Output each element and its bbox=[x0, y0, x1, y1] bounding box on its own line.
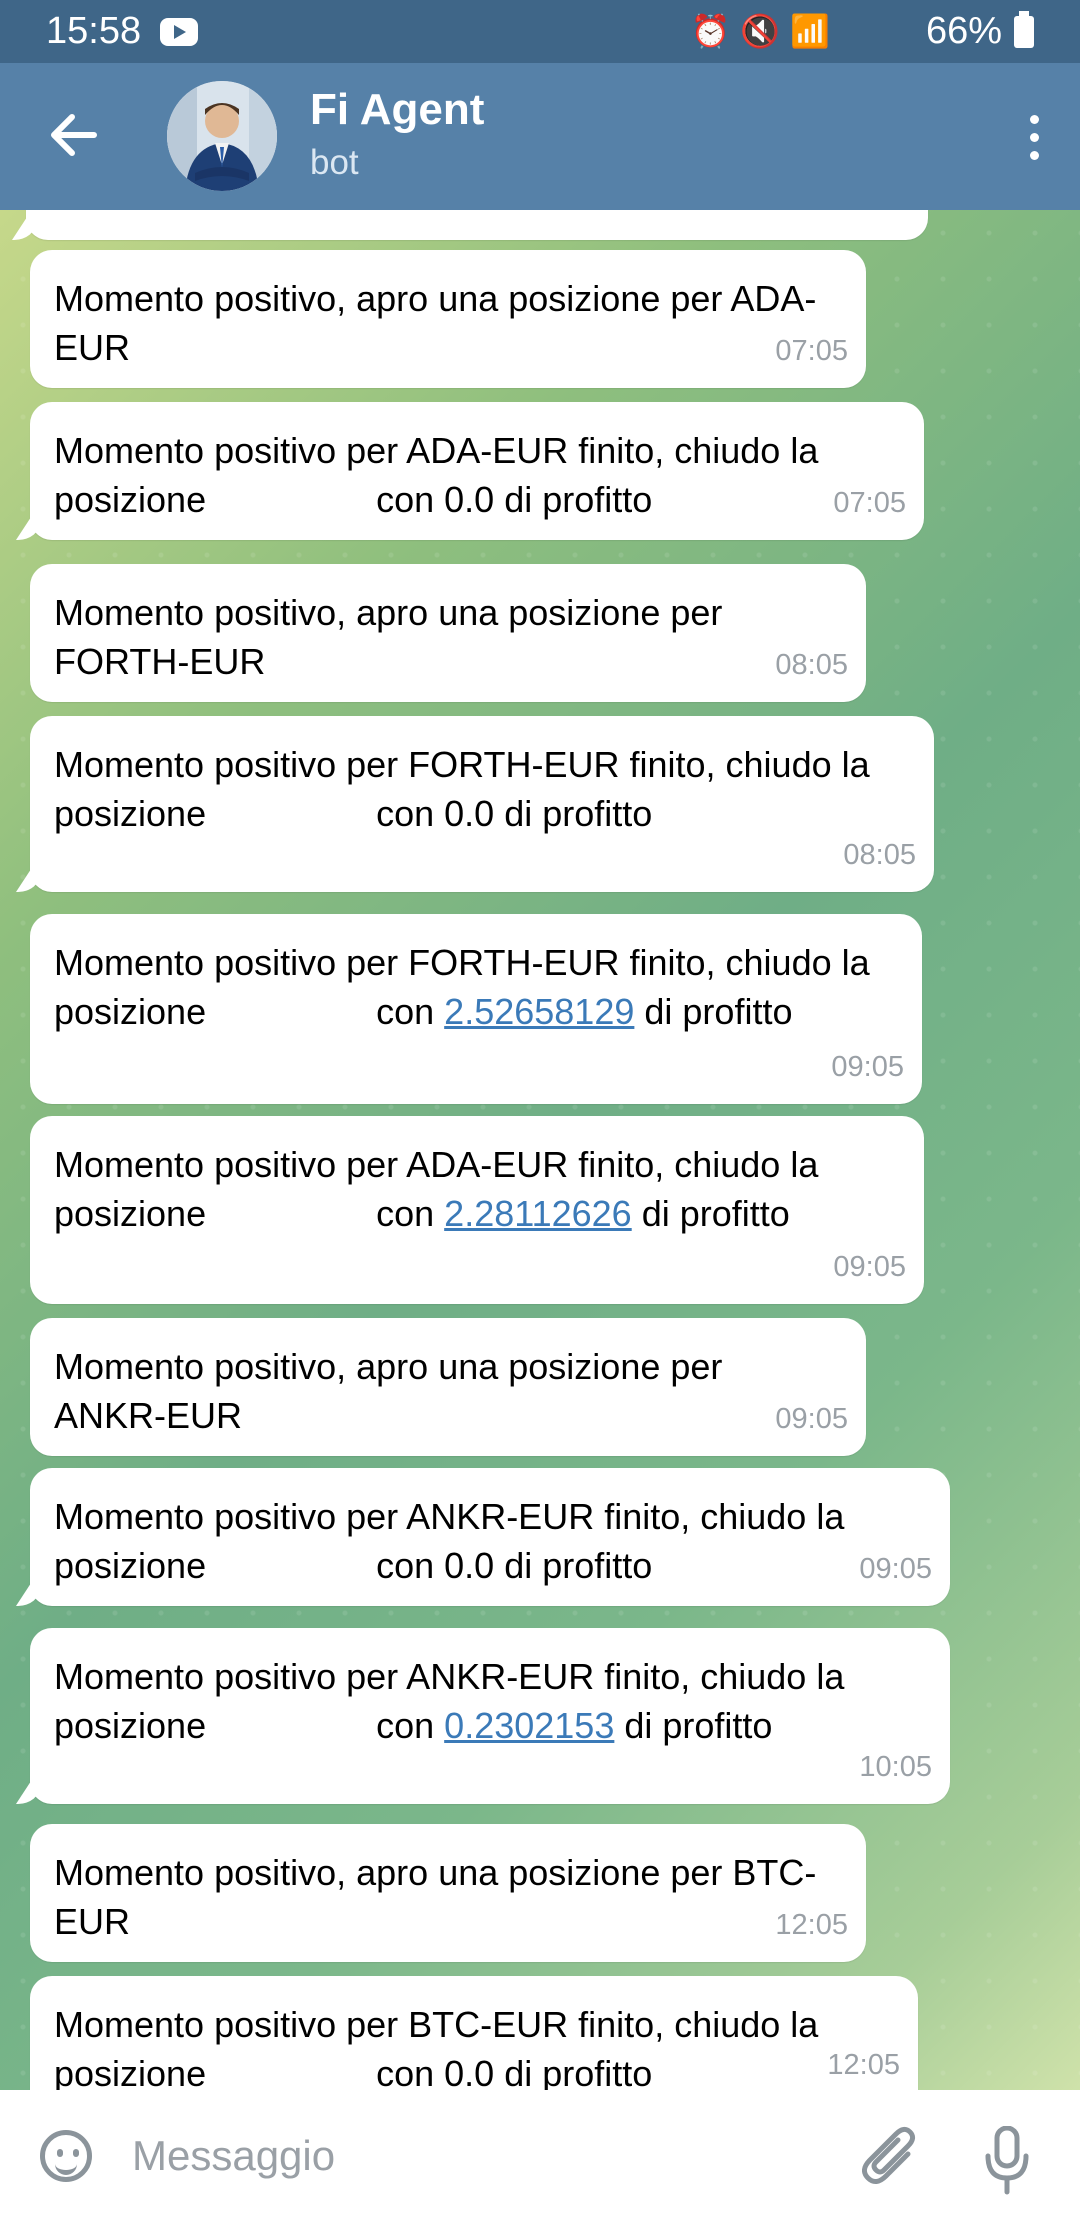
microphone-icon[interactable] bbox=[984, 2126, 1030, 2196]
message-time: 07:05 bbox=[833, 487, 906, 519]
message-text: Momento positivo, apro una posizione per… bbox=[54, 1346, 723, 1436]
message-time: 10:05 bbox=[859, 1751, 932, 1783]
avatar[interactable] bbox=[167, 81, 277, 191]
message-text: di profitto bbox=[641, 1193, 790, 1234]
message-text: Momento positivo, apro una posizione per… bbox=[54, 278, 817, 368]
message-text: con 0.0 di profitto bbox=[376, 1545, 653, 1586]
message-time: 09:05 bbox=[833, 1251, 906, 1283]
message-bubble[interactable]: Momento positivo, apro una posizione per… bbox=[30, 250, 866, 388]
message-bubble[interactable]: Momento positivo, apro una posizione per… bbox=[30, 1824, 866, 1962]
message-bubble[interactable]: Momento positivo per FORTH-EUR finito, c… bbox=[30, 914, 922, 1104]
message-time: 08:05 bbox=[843, 839, 916, 871]
message-bubble[interactable]: Momento positivo per BTC-EUR finito, chi… bbox=[30, 1976, 918, 2090]
message-time: 07:05 bbox=[775, 335, 848, 367]
message-time: 12:05 bbox=[775, 1909, 848, 1941]
chat-header: Fi Agent bot bbox=[0, 63, 1080, 210]
message-bubble[interactable]: Momento positivo per ANKR-EUR finito, ch… bbox=[30, 1628, 950, 1804]
status-bar: 15:58 ⏰🔇📶 66% bbox=[0, 0, 1080, 63]
message-text: Momento positivo, apro una posizione per… bbox=[54, 1852, 817, 1942]
message-bubble[interactable]: Momento positivo, apro una posizione per… bbox=[30, 1318, 866, 1456]
youtube-notification-icon bbox=[160, 18, 198, 46]
message-time: 09:05 bbox=[831, 1051, 904, 1083]
message-text: di profitto bbox=[644, 991, 793, 1032]
message-time: 12:05 bbox=[827, 2049, 900, 2081]
message-bubble[interactable]: Momento positivo per ADA-EUR finito, chi… bbox=[30, 1116, 924, 1304]
chat-subtitle: bot bbox=[310, 143, 359, 182]
profit-link[interactable]: 2.28112626 bbox=[444, 1193, 632, 1234]
message-text: di profitto bbox=[624, 1705, 773, 1746]
chat-title[interactable]: Fi Agent bbox=[310, 85, 484, 135]
profit-link[interactable]: 0.2302153 bbox=[444, 1705, 614, 1746]
message-bubble[interactable]: Momento positivo per ADA-EUR finito, chi… bbox=[30, 402, 924, 540]
message-time: 09:05 bbox=[775, 1403, 848, 1435]
battery-percentage: 66% bbox=[925, 10, 1002, 52]
emoji-icon[interactable] bbox=[40, 2130, 92, 2182]
status-time: 15:58 bbox=[46, 10, 142, 52]
message-text: con 0.0 di profitto bbox=[376, 2053, 653, 2090]
message-time: 09:05 bbox=[859, 1553, 932, 1585]
message-input[interactable]: Messaggio bbox=[132, 2132, 335, 2180]
back-arrow-icon[interactable] bbox=[44, 105, 104, 165]
message-bubble[interactable]: Momento positivo per FORTH-EUR finito, c… bbox=[30, 716, 934, 892]
status-icons: ⏰🔇📶 bbox=[690, 13, 840, 49]
message-bubble[interactable]: Momento positivo, apro una posizione per… bbox=[30, 564, 866, 702]
message-text: con 0.0 di profitto bbox=[376, 479, 653, 520]
message-text: con 0.0 di profitto bbox=[376, 793, 653, 834]
battery-icon bbox=[1014, 11, 1034, 48]
attachment-icon[interactable] bbox=[862, 2126, 918, 2190]
message-bubble-partial[interactable] bbox=[26, 210, 928, 240]
message-time: 08:05 bbox=[775, 649, 848, 681]
more-menu-icon[interactable] bbox=[1024, 115, 1044, 165]
message-bubble[interactable]: Momento positivo per ANKR-EUR finito, ch… bbox=[30, 1468, 950, 1606]
message-text: con bbox=[376, 991, 435, 1032]
profit-link[interactable]: 2.52658129 bbox=[444, 991, 634, 1032]
message-text: Momento positivo, apro una posizione per… bbox=[54, 592, 723, 682]
message-input-bar: Messaggio bbox=[0, 2090, 1080, 2220]
message-text: con bbox=[376, 1193, 435, 1234]
message-text: con bbox=[376, 1705, 435, 1746]
chat-messages[interactable]: Momento positivo, apro una posizione per… bbox=[0, 210, 1080, 2090]
